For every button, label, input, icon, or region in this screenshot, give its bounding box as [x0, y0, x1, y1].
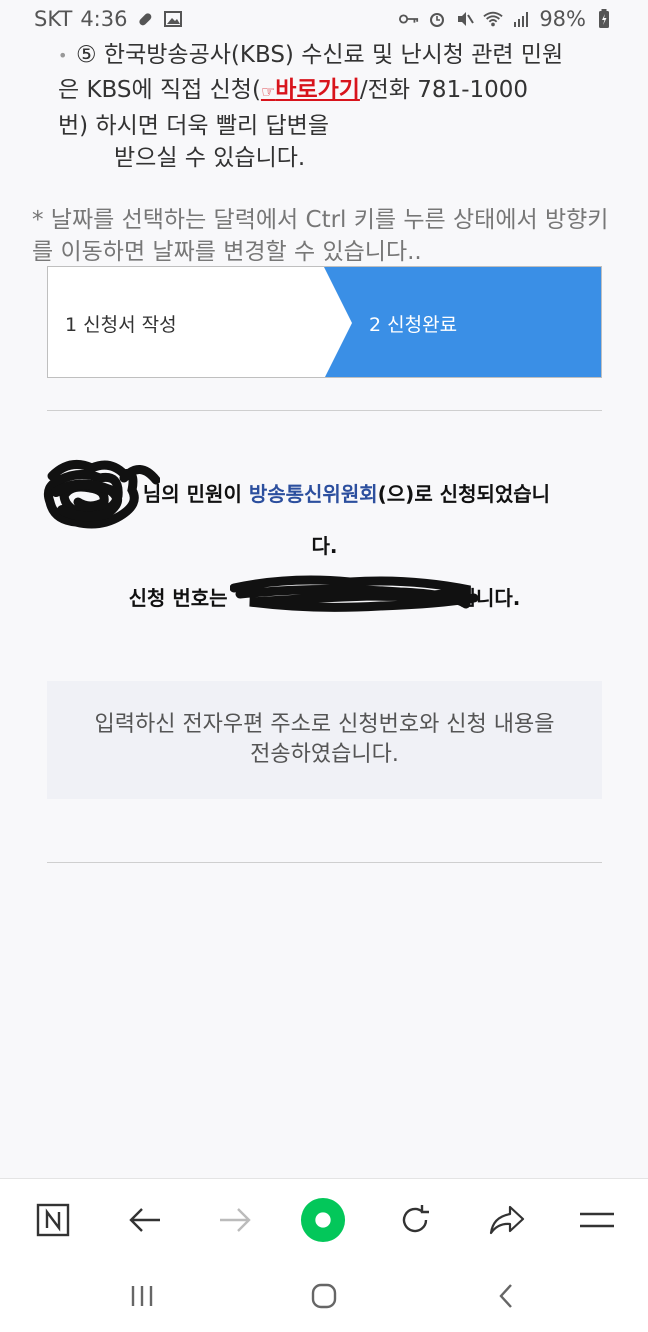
reload-icon[interactable] [392, 1197, 438, 1243]
notice-line-1: ⑤ 한국방송공사(KBS) 수신료 및 난시청 관련 민원 [76, 42, 564, 68]
divider-bottom [47, 862, 602, 863]
notice-line-4: 받으실 수 있습니다. [114, 145, 306, 171]
naver-home-icon[interactable] [30, 1197, 76, 1243]
step-complete-label: 2 신청완료 [369, 313, 458, 336]
system-nav-bar [0, 1260, 648, 1332]
alarm-icon [427, 9, 447, 29]
key-icon [399, 9, 419, 29]
forward-arrow-icon[interactable] [212, 1197, 258, 1243]
menu-icon[interactable] [574, 1197, 620, 1243]
progress-steps: 1 신청서 작성 2 신청완료 [47, 266, 602, 378]
step-write-form: 1 신청서 작성 [65, 313, 177, 336]
pill-icon [135, 9, 155, 29]
email-sent-notice: 입력하신 전자우편 주소로 신청번호와 신청 내용을 전송하였습니다. [47, 681, 602, 799]
mute-icon [455, 9, 475, 29]
divider-top [47, 410, 602, 411]
carrier-label: SKT [34, 7, 73, 31]
wifi-icon [483, 9, 503, 29]
back-icon[interactable] [486, 1276, 526, 1316]
step-complete: 2 신청완료 [324, 267, 601, 377]
clock: 4:36 [80, 7, 128, 31]
battery-percent: 98% [539, 7, 586, 31]
redaction-scribble-number [230, 575, 479, 612]
green-dot-icon[interactable] [300, 1197, 346, 1243]
signal-icon [511, 9, 531, 29]
back-arrow-icon[interactable] [122, 1197, 168, 1243]
redaction-scribble-name [43, 459, 160, 529]
notice-paragraph: ⑤ 한국방송공사(KBS) 수신료 및 난시청 관련 민원 은 KBS에 직접 … [58, 38, 616, 144]
status-bar: SKT 4:36 98% [0, 0, 648, 38]
calendar-hint: * 날짜를 선택하는 달력에서 Ctrl 키를 누른 상태에서 방향키를 이동하… [32, 207, 609, 265]
battery-icon [594, 9, 614, 29]
pointing-hand-icon: ☞ [260, 82, 276, 101]
browser-toolbar [0, 1178, 648, 1260]
page-content: • ⑤ 한국방송공사(KBS) 수신료 및 난시청 관련 민원 은 KBS에 직… [0, 38, 648, 1178]
bullet-icon: • [58, 46, 68, 65]
home-icon[interactable] [304, 1276, 344, 1316]
agency-name: 방송통신위원회 [248, 482, 378, 506]
gallery-icon [163, 9, 183, 29]
notice-line-2: 은 KBS에 직접 신청(☞바로가기/전화 781-1000 [58, 77, 529, 103]
share-icon[interactable] [484, 1197, 530, 1243]
kbs-shortcut-link[interactable]: ☞바로가기 [261, 77, 360, 103]
step-active-arrow [324, 267, 601, 377]
notice-line-3: 번) 하시면 더욱 빨리 답변을 [58, 113, 329, 139]
recent-apps-icon[interactable] [122, 1276, 162, 1316]
